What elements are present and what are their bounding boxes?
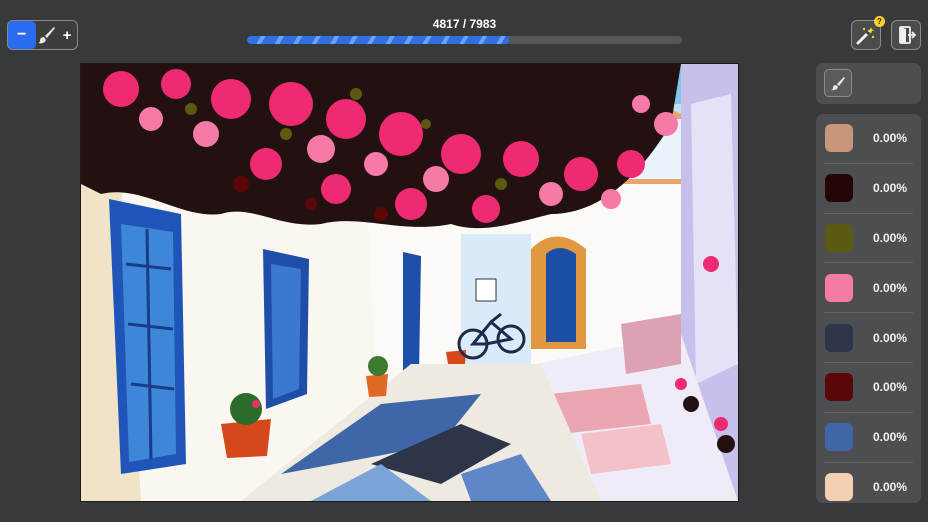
color-progress-percent: 0.00% — [873, 330, 908, 345]
color-progress-percent: 0.00% — [873, 280, 908, 295]
painting-canvas[interactable] — [80, 63, 739, 502]
palette-color-row[interactable]: 0.00% — [824, 313, 913, 363]
magic-wand-icon — [856, 27, 875, 45]
color-progress-percent: 0.00% — [873, 380, 908, 395]
color-palette: 0.00% 0.00% 0.00% 0.00% 0.00% 0.00% 0.00% 0.00% — [816, 114, 921, 503]
exit-button[interactable] — [891, 20, 921, 50]
color-swatch[interactable] — [825, 273, 853, 302]
eraser-icon — [831, 77, 845, 91]
hint-badge: ? — [874, 16, 885, 27]
brush-increase-button[interactable]: + — [57, 21, 77, 49]
eraser-panel — [816, 63, 921, 104]
color-swatch[interactable] — [825, 473, 853, 502]
color-swatch[interactable] — [825, 223, 853, 252]
color-progress-percent: 0.00% — [873, 230, 908, 245]
palette-color-row[interactable]: 0.00% — [824, 263, 913, 314]
exit-door-icon — [899, 26, 916, 44]
color-swatch[interactable] — [825, 373, 853, 402]
palette-color-row[interactable]: 0.00% — [824, 413, 913, 463]
brush-size-control: − + — [7, 20, 78, 50]
paintbrush-icon — [36, 21, 58, 49]
artwork-image — [81, 64, 738, 501]
color-progress-percent: 0.00% — [873, 430, 908, 445]
color-swatch[interactable] — [825, 323, 853, 352]
color-progress-percent: 0.00% — [873, 131, 908, 146]
progress-bar — [247, 36, 682, 44]
color-progress-percent: 0.00% — [873, 181, 908, 196]
palette-color-row[interactable]: 0.00% — [824, 114, 913, 164]
color-swatch[interactable] — [825, 174, 853, 203]
palette-color-row[interactable]: 0.00% — [824, 214, 913, 264]
color-progress-percent: 0.00% — [873, 480, 908, 495]
palette-color-row[interactable]: 0.00% — [824, 463, 913, 503]
eraser-button[interactable] — [824, 69, 852, 97]
hint-button[interactable]: ? — [851, 16, 885, 50]
progress-bar-fill — [247, 36, 510, 44]
color-swatch[interactable] — [825, 423, 853, 452]
brush-decrease-button[interactable]: − — [8, 21, 36, 49]
progress-counter: 4817 / 7983 — [432, 17, 497, 31]
color-swatch[interactable] — [825, 124, 853, 153]
palette-color-row[interactable]: 0.00% — [824, 164, 913, 214]
palette-color-row[interactable]: 0.00% — [824, 363, 913, 413]
